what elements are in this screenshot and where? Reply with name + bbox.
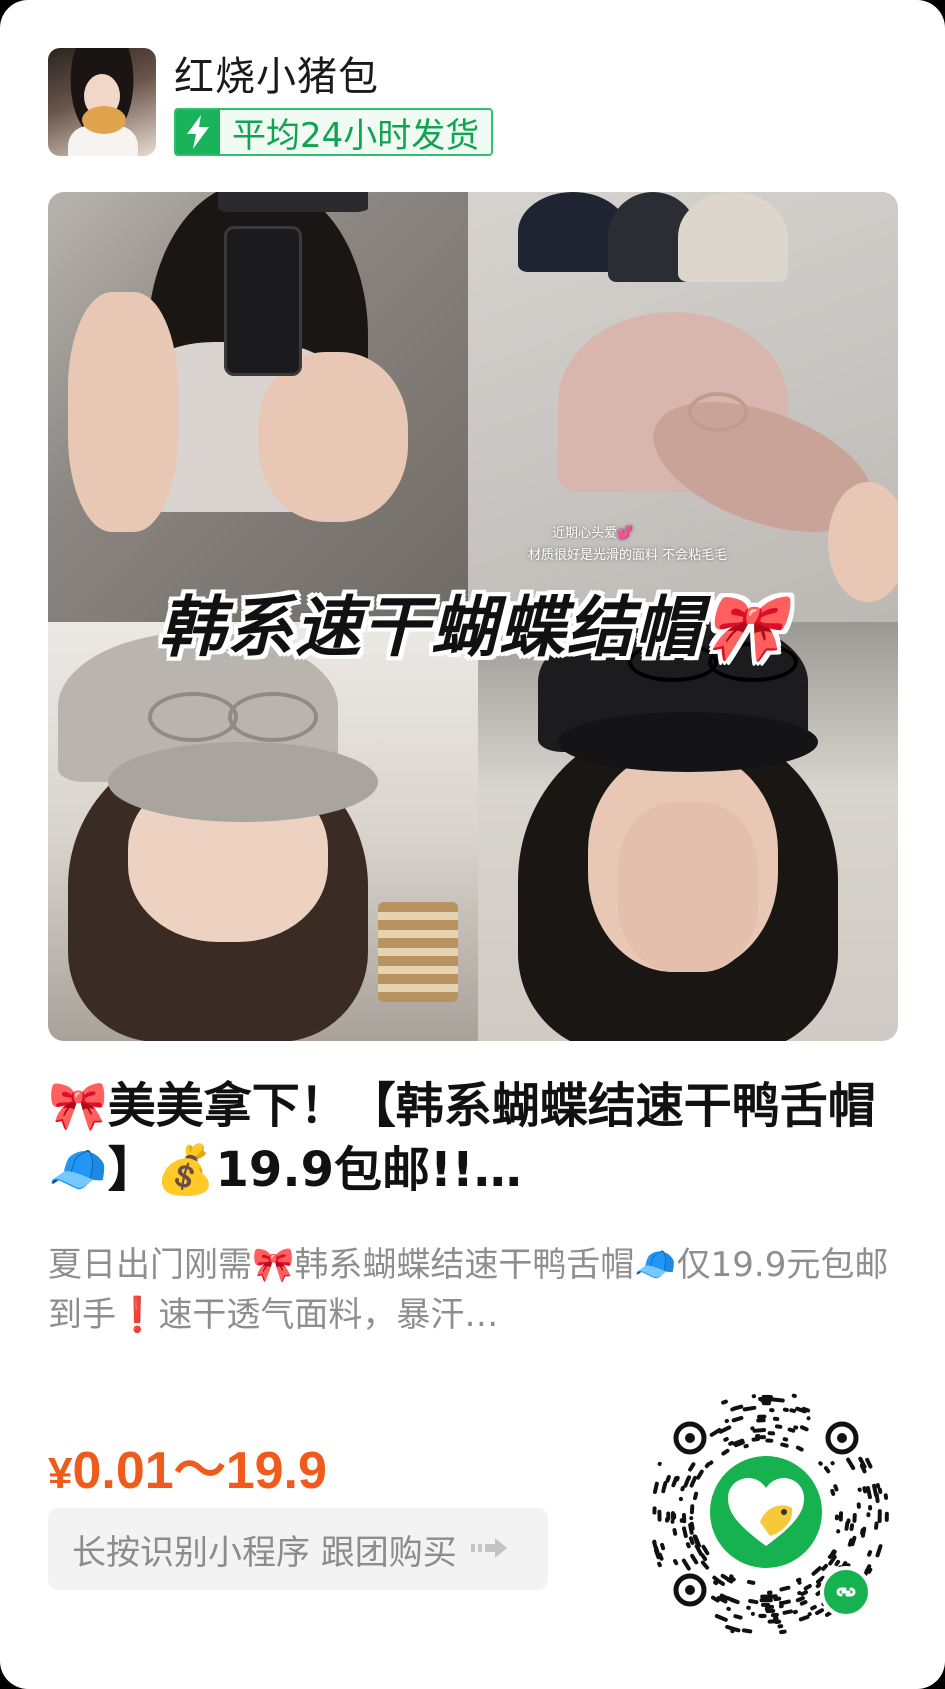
product-title[interactable]: 🎀美美拿下！【韩系蝴蝶结速干鸭舌帽🧢】💰19.9包邮!!… xyxy=(48,1074,898,1202)
photo-grey-cap xyxy=(48,622,478,1041)
mini-program-logo-icon xyxy=(710,1456,822,1568)
shop-name[interactable]: 红烧小猪包 xyxy=(174,44,379,102)
arrow-right-icon xyxy=(470,1529,511,1569)
shop-avatar[interactable] xyxy=(48,48,156,156)
lightning-bolt-icon xyxy=(176,110,220,154)
photo-mirror-selfie xyxy=(48,192,468,622)
photo-pink-cap: 近期心头爱💕 材质很好是光滑的面料 不会粘毛毛 xyxy=(468,192,898,622)
hero-title: 韩系速干蝴蝶结帽🎀 xyxy=(158,589,788,666)
share-card: 红烧小猪包 平均24小时发货 近期心头爱💕 材质很好是光滑的面料 不会粘毛毛 韩… xyxy=(0,0,945,1689)
buy-cta-button[interactable]: 长按识别小程序 跟团购买 xyxy=(48,1508,548,1590)
hero-note-2: 材质很好是光滑的面料 不会粘毛毛 xyxy=(528,548,728,563)
product-image[interactable]: 近期心头爱💕 材质很好是光滑的面料 不会粘毛毛 韩系速干蝴蝶结帽🎀 xyxy=(48,192,898,1041)
cta-label: 长按识别小程序 跟团购买 xyxy=(72,1532,457,1573)
shipping-badge-label: 平均24小时发货 xyxy=(220,110,492,154)
product-description: 夏日出门刚需🎀韩系蝴蝶结速干鸭舌帽🧢仅19.9元包邮到手❗速干透气面料，暴汗… xyxy=(48,1245,889,1335)
shipping-badge: 平均24小时发货 xyxy=(174,108,494,156)
price-range: ¥0.01～19.9 xyxy=(48,1428,327,1503)
currency-symbol: ¥ xyxy=(48,1449,73,1498)
hero-note-1: 近期心头爱💕 xyxy=(552,526,634,541)
mini-program-link-icon xyxy=(820,1566,872,1618)
photo-black-cap xyxy=(478,622,898,1041)
price-value: 0.01～19.9 xyxy=(72,1442,327,1500)
